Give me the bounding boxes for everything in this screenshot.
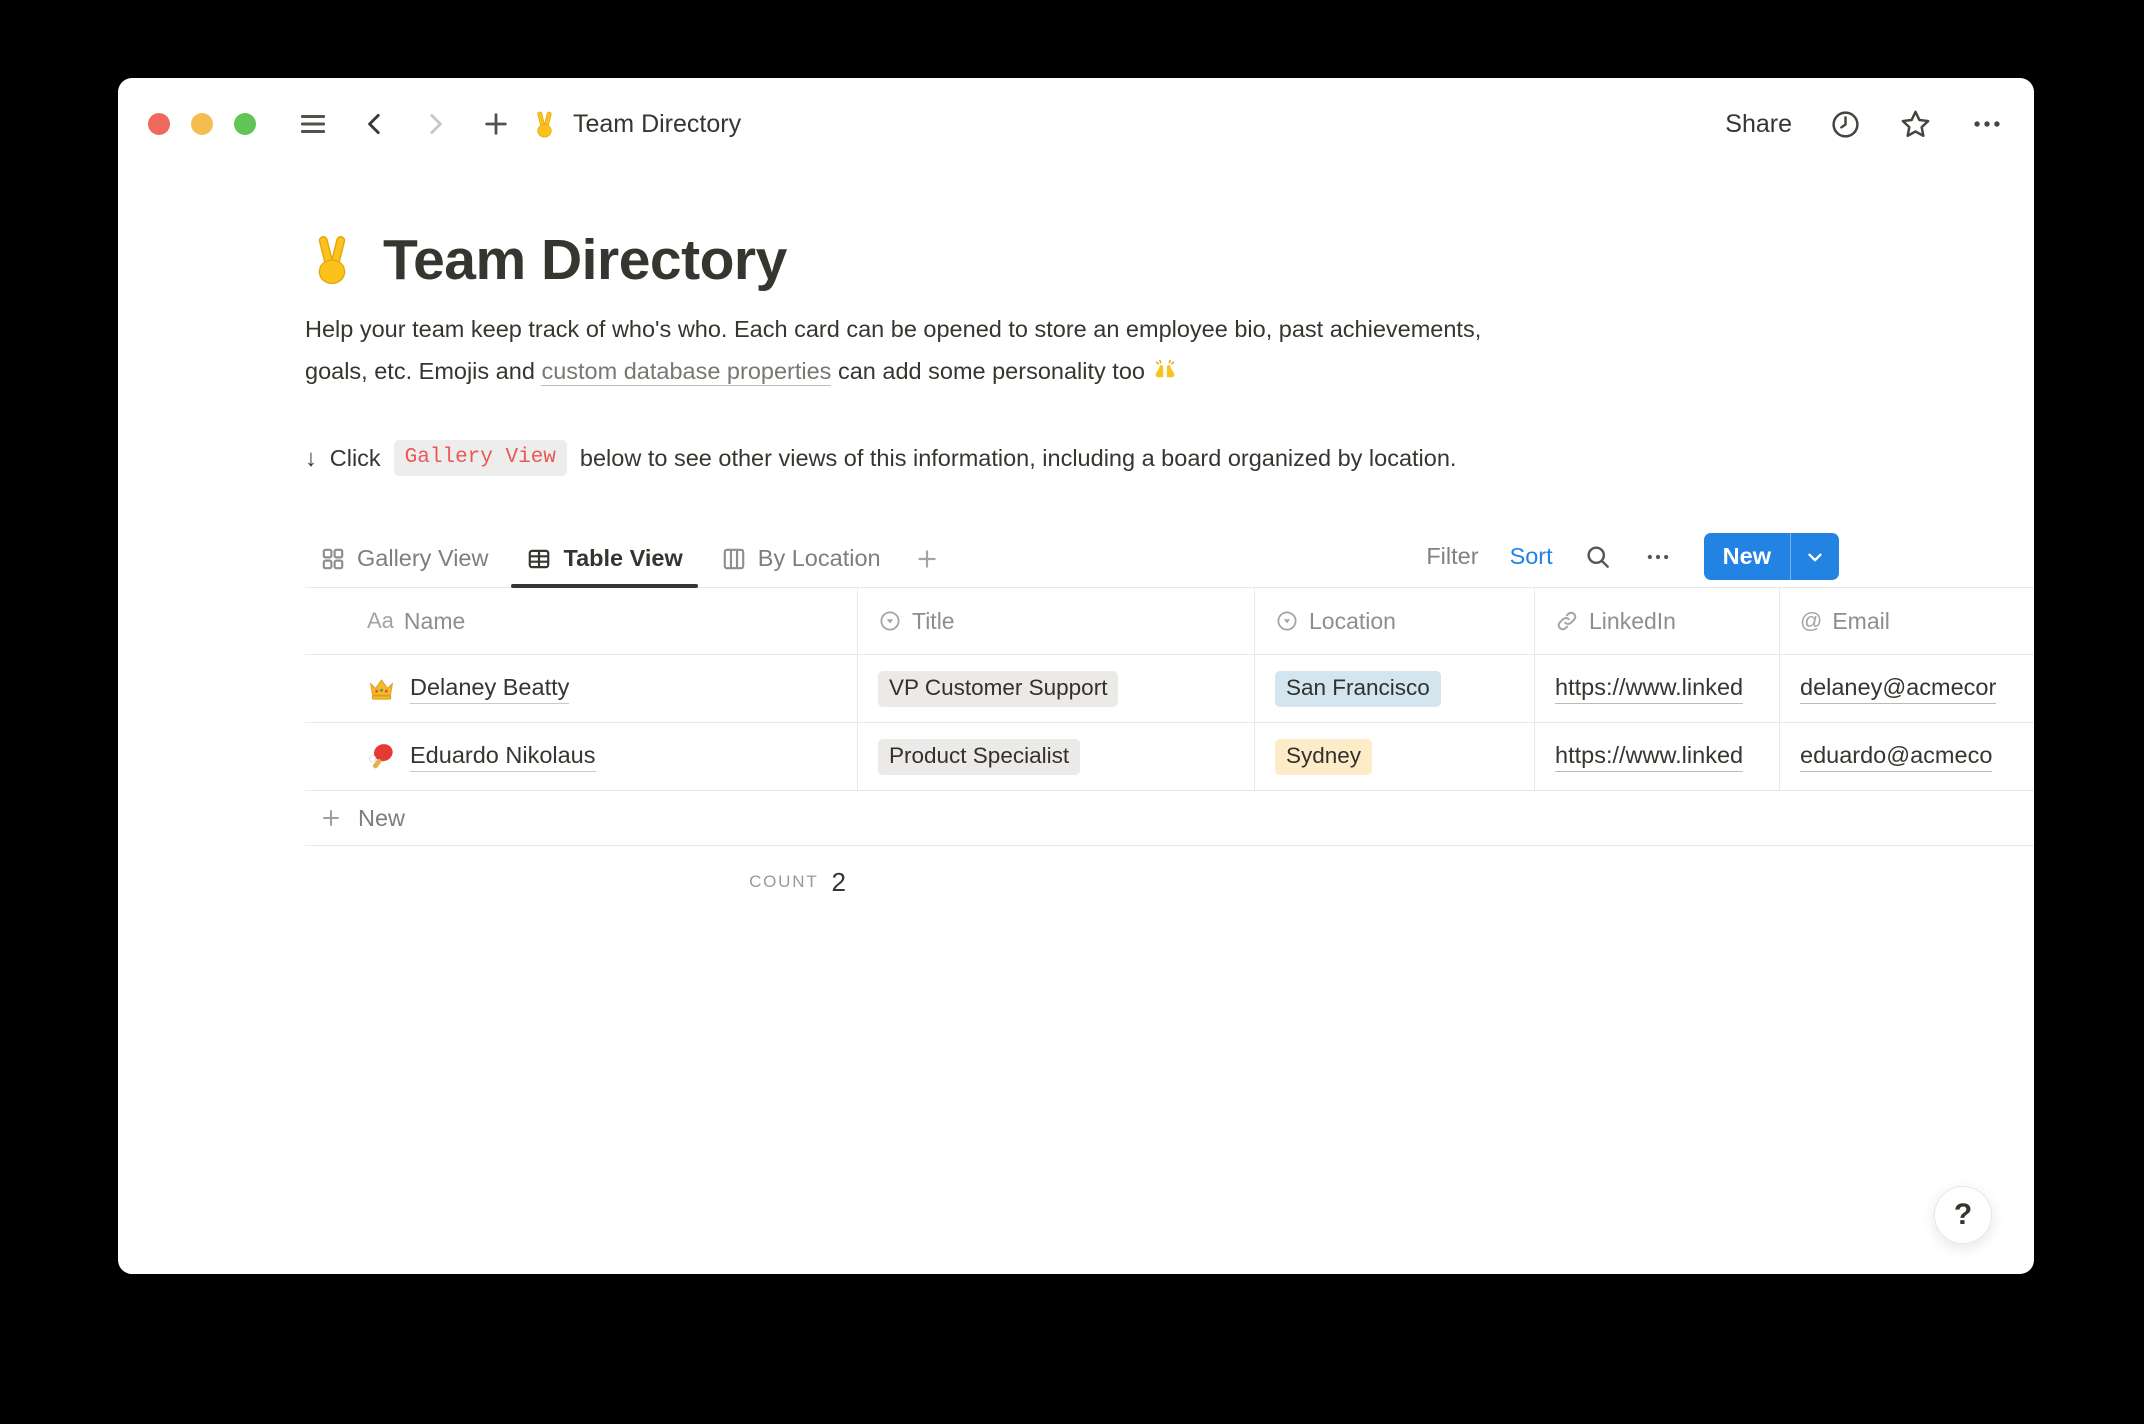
table-grid-icon	[526, 546, 552, 572]
board-columns-icon	[721, 546, 747, 572]
plus-icon	[914, 546, 940, 572]
down-arrow-icon: ↓	[305, 445, 317, 472]
gallery-view-code-chip: Gallery View	[394, 440, 567, 476]
notion-window: Team Directory Share Team Directory Help…	[118, 78, 2034, 1274]
title-tag: Product Specialist	[878, 739, 1080, 775]
linkedin-url-link[interactable]: https://www.linked	[1555, 742, 1743, 772]
column-header-linkedin[interactable]: LinkedIn	[1535, 588, 1780, 654]
ellipsis-icon[interactable]	[1643, 542, 1673, 572]
minimize-window-button[interactable]	[191, 113, 213, 135]
tab-label: Gallery View	[357, 545, 488, 572]
add-view-button[interactable]	[904, 524, 950, 587]
column-header-name[interactable]: Aa Name	[305, 588, 858, 654]
favorite-star-icon[interactable]	[1899, 108, 1932, 141]
title-cell[interactable]: Product Specialist	[858, 723, 1255, 790]
team-directory-table: Aa Name Title Location	[305, 588, 2034, 918]
location-cell[interactable]: Sydney	[1255, 723, 1535, 790]
page-description: Help your team keep track of who's who. …	[305, 308, 1805, 392]
custom-properties-link[interactable]: custom database properties	[541, 358, 831, 386]
email-cell[interactable]: eduardo@acmeco	[1780, 723, 2034, 790]
url-type-icon	[1555, 609, 1579, 633]
zoom-window-button[interactable]	[234, 113, 256, 135]
column-header-email[interactable]: @ Email	[1780, 588, 2034, 654]
name-cell[interactable]: Eduardo Nikolaus	[305, 723, 858, 790]
table-count-row[interactable]: COUNT 2	[305, 846, 858, 918]
new-row-button[interactable]: New	[305, 791, 2034, 846]
linkedin-url-link[interactable]: https://www.linked	[1555, 674, 1743, 704]
plus-icon	[319, 806, 343, 830]
back-button[interactable]	[362, 111, 388, 137]
traffic-lights	[148, 113, 256, 135]
name-cell[interactable]: Delaney Beatty	[305, 655, 858, 722]
sort-button[interactable]: Sort	[1510, 543, 1553, 570]
victory-hand-emoji	[530, 110, 559, 139]
callout-line: ↓ Click Gallery View below to see other …	[305, 434, 2034, 482]
tab-table-view[interactable]: Table View	[511, 524, 697, 587]
updates-clock-icon[interactable]	[1830, 109, 1861, 140]
location-tag: San Francisco	[1275, 671, 1441, 707]
column-header-title[interactable]: Title	[858, 588, 1255, 654]
new-tab-button[interactable]	[482, 110, 510, 138]
linkedin-cell[interactable]: https://www.linked	[1535, 723, 1780, 790]
crown-emoji	[367, 674, 396, 703]
new-button-label[interactable]: New	[1704, 533, 1790, 580]
person-page-link[interactable]: Delaney Beatty	[410, 674, 569, 704]
count-label: COUNT	[749, 872, 818, 892]
select-type-icon	[1275, 609, 1299, 633]
email-cell[interactable]: delaney@acmecor	[1780, 655, 2034, 722]
title-tag: VP Customer Support	[878, 671, 1118, 707]
window-title: Team Directory	[573, 110, 741, 139]
count-value: 2	[832, 867, 846, 898]
views-toolbar: Gallery View Table View By Location	[305, 524, 2034, 588]
column-header-location[interactable]: Location	[1255, 588, 1535, 654]
email-link[interactable]: delaney@acmecor	[1800, 674, 1996, 704]
titlebar: Team Directory Share	[118, 78, 2034, 170]
tab-gallery-view[interactable]: Gallery View	[305, 524, 503, 587]
more-options-icon[interactable]	[1970, 107, 2004, 141]
page-title-block: Team Directory	[305, 227, 2034, 293]
ping-pong-emoji	[367, 742, 396, 771]
gallery-grid-icon	[320, 546, 346, 572]
help-question-mark: ?	[1954, 1198, 1972, 1232]
text-type-icon: Aa	[367, 608, 394, 634]
select-type-icon	[878, 609, 902, 633]
share-button[interactable]: Share	[1725, 110, 1792, 139]
new-record-button[interactable]: New	[1704, 533, 1839, 580]
help-button[interactable]: ?	[1934, 1186, 1992, 1244]
forward-button[interactable]	[422, 111, 448, 137]
search-icon[interactable]	[1584, 543, 1612, 571]
sidebar-toggle-icon[interactable]	[298, 109, 328, 139]
victory-hand-emoji[interactable]	[305, 233, 359, 287]
tab-label: Table View	[563, 545, 682, 572]
location-tag: Sydney	[1275, 739, 1372, 775]
table-row: Eduardo Nikolaus Product Specialist Sydn…	[305, 723, 2034, 791]
chevron-down-icon[interactable]	[1791, 533, 1839, 580]
email-type-icon: @	[1800, 608, 1822, 634]
page-title: Team Directory	[383, 227, 787, 293]
table-row: Delaney Beatty VP Customer Support San F…	[305, 655, 2034, 723]
person-page-link[interactable]: Eduardo Nikolaus	[410, 742, 596, 772]
title-cell[interactable]: VP Customer Support	[858, 655, 1255, 722]
tab-by-location[interactable]: By Location	[706, 524, 896, 587]
close-window-button[interactable]	[148, 113, 170, 135]
table-header-row: Aa Name Title Location	[305, 588, 2034, 655]
raising-hands-emoji	[1151, 356, 1179, 384]
location-cell[interactable]: San Francisco	[1255, 655, 1535, 722]
email-link[interactable]: eduardo@acmeco	[1800, 742, 1992, 772]
filter-button[interactable]: Filter	[1426, 543, 1478, 570]
tab-label: By Location	[758, 545, 881, 572]
linkedin-cell[interactable]: https://www.linked	[1535, 655, 1780, 722]
